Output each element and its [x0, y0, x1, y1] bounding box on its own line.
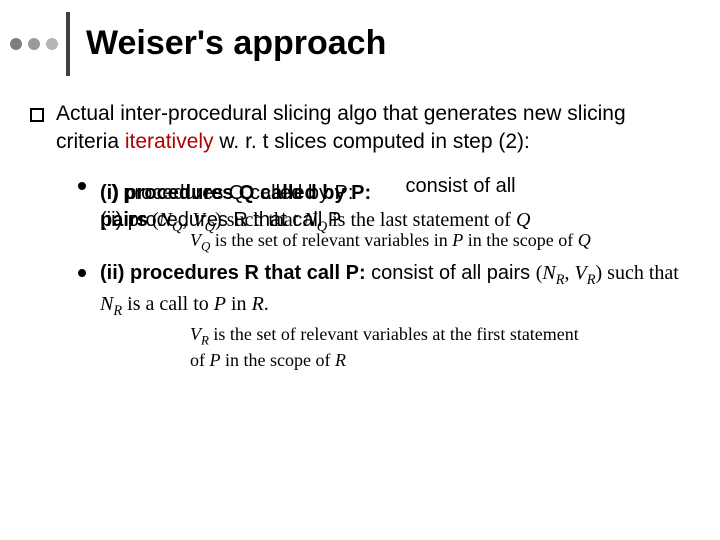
slide-header: Weiser's approach [10, 22, 700, 66]
text-fragment: is the last statement of [327, 209, 516, 231]
math-fragment: (NQ, VQ) such that NQ is the last statem… [152, 207, 530, 237]
math-var: N [303, 209, 316, 231]
text-fragment: ( [152, 209, 159, 231]
text-fragment: ) such that [215, 209, 303, 231]
math-sub: R [201, 333, 209, 348]
text-fragment: in [226, 293, 252, 315]
math-sub: R [587, 272, 596, 288]
math-var: R [335, 350, 346, 370]
text-fragment: consist of all [400, 175, 516, 197]
math-sub: Q [201, 238, 210, 253]
math-sub: R [556, 272, 565, 288]
dot-icon [28, 38, 40, 50]
math-sub: R [113, 303, 122, 319]
sub1-line1: (i) procedures Q called by P: (i) proced… [100, 173, 690, 200]
text-fragment-bold: (ii) procedures R that call P: [100, 262, 366, 284]
overlapping-text: (i) procedures Q called by P: (i) proced… [100, 180, 400, 200]
math-var: N [100, 293, 113, 315]
square-bullet-icon [30, 108, 44, 122]
dot-icon [10, 38, 22, 50]
math-sub: Q [317, 219, 327, 235]
text-fragment: . [264, 293, 269, 315]
math-sub: Q [172, 219, 182, 235]
text-fragment: consist of all pairs [366, 262, 536, 284]
slide-body: Actual inter-procedural slicing algo tha… [30, 100, 690, 412]
text-fragment-highlight: iteratively [125, 130, 214, 153]
slide: Weiser's approach Actual inter-procedura… [0, 0, 720, 540]
math-var: V [575, 262, 587, 284]
math-var: N [542, 262, 555, 284]
sub2-line1: (ii) procedures R that call P: consist o… [100, 260, 690, 321]
text-fragment: , [182, 209, 192, 231]
math-sub: Q [205, 219, 215, 235]
math-var: N [159, 209, 172, 231]
math-var: V [190, 324, 201, 344]
vertical-divider [66, 12, 70, 76]
decorative-dots [10, 38, 58, 50]
math-var: P [214, 293, 226, 315]
text-fragment: ) such that [596, 262, 679, 284]
top-bullet-text: Actual inter-procedural slicing algo tha… [56, 100, 690, 157]
text-fragment: w. r. t slices computed in step (2): [214, 130, 530, 153]
text-fragment: in the scope of [221, 350, 335, 370]
sub1-line2: (ii) procedures R that call P pairs (NQ,… [100, 200, 690, 227]
sub2-description: VR is the set of relevant variables at t… [190, 323, 690, 371]
text-fragment: of [190, 350, 210, 370]
math-var: R [252, 293, 264, 315]
dot-icon [46, 38, 58, 50]
math-var: P [210, 350, 221, 370]
page-title: Weiser's approach [86, 25, 386, 62]
text-fragment: , [565, 262, 575, 284]
sub-bullet-1: (i) procedures Q called by P: (i) proced… [78, 173, 690, 255]
math-var: Q [516, 209, 530, 231]
overlapping-text: (ii) procedures R that call P pairs (NQ,… [100, 207, 390, 227]
text-fragment: pairs [100, 207, 148, 234]
text-fragment: is a call to [122, 293, 214, 315]
top-bullet: Actual inter-procedural slicing algo tha… [30, 100, 690, 157]
text-fragment: is the set of relevant variables at the … [209, 324, 579, 344]
sub-list: (i) procedures Q called by P: (i) proced… [78, 173, 690, 372]
sub-bullet-2: (ii) procedures R that call P: consist o… [78, 260, 690, 371]
math-var: Q [578, 230, 591, 250]
math-var: V [192, 209, 204, 231]
